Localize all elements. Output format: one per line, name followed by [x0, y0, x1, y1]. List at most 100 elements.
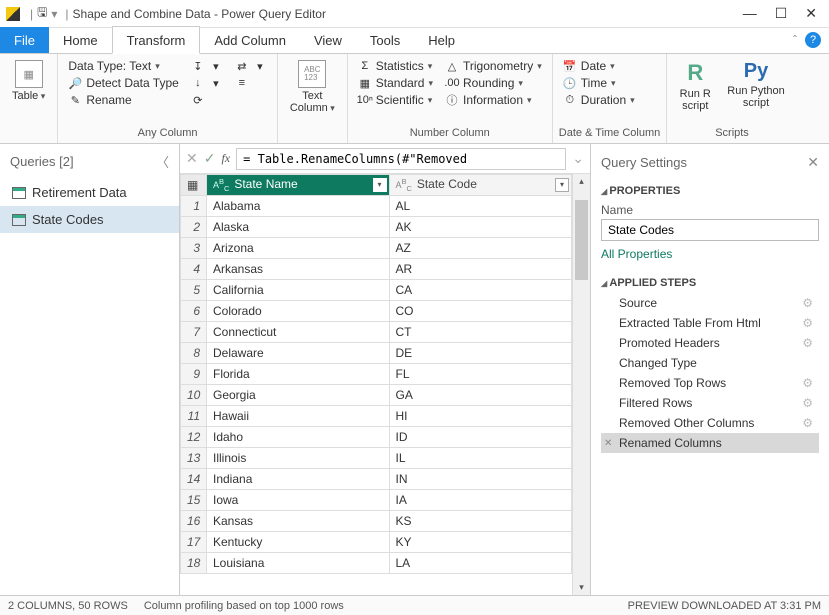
gear-icon[interactable]: ⚙	[802, 396, 813, 410]
table-row[interactable]: 13IllinoisIL	[181, 448, 572, 469]
data-type-button[interactable]: Data Type: Text	[64, 58, 183, 74]
cell[interactable]: Idaho	[207, 427, 390, 448]
applied-step[interactable]: Promoted Headers⚙	[601, 333, 819, 353]
information-button[interactable]: ⓘInformation	[441, 92, 546, 108]
cell[interactable]: CO	[389, 301, 572, 322]
cancel-formula-icon[interactable]: ✕	[186, 150, 198, 167]
gear-icon[interactable]: ⚙	[802, 316, 813, 330]
cell[interactable]: Arkansas	[207, 259, 390, 280]
scroll-up-icon[interactable]: ▴	[573, 176, 590, 187]
scientific-button[interactable]: 10ⁿScientific	[354, 92, 437, 108]
cell[interactable]: CA	[389, 280, 572, 301]
cell[interactable]: Florida	[207, 364, 390, 385]
applied-step[interactable]: Source⚙	[601, 293, 819, 313]
tab-home[interactable]: Home	[49, 27, 112, 53]
table-row[interactable]: 15IowaIA	[181, 490, 572, 511]
gear-icon[interactable]: ⚙	[802, 376, 813, 390]
cell[interactable]: IA	[389, 490, 572, 511]
table-row[interactable]: 18LouisianaLA	[181, 553, 572, 574]
query-item[interactable]: Retirement Data	[0, 179, 179, 206]
cell[interactable]: Georgia	[207, 385, 390, 406]
scroll-down-icon[interactable]: ▾	[573, 582, 590, 593]
table-button[interactable]: ▦ Table	[6, 58, 51, 125]
select-all-corner[interactable]: ▦	[181, 175, 207, 196]
table-row[interactable]: 17KentuckyKY	[181, 532, 572, 553]
cell[interactable]: Illinois	[207, 448, 390, 469]
cell[interactable]: CT	[389, 322, 572, 343]
date-button[interactable]: 📅Date	[559, 58, 639, 74]
cell[interactable]: Hawaii	[207, 406, 390, 427]
tab-transform[interactable]: Transform	[112, 26, 201, 54]
data-grid[interactable]: ▦ABC State Name▾ABC State Code▾ 1Alabama…	[180, 174, 572, 574]
formula-input[interactable]	[236, 148, 566, 170]
cell[interactable]: IL	[389, 448, 572, 469]
cell[interactable]: AR	[389, 259, 572, 280]
collapse-queries-icon[interactable]: 〈	[156, 152, 169, 171]
save-icon[interactable]: 🖫	[37, 3, 47, 24]
filter-dropdown-icon[interactable]: ▾	[373, 178, 387, 192]
query-name-input[interactable]	[601, 219, 819, 241]
cell[interactable]: Colorado	[207, 301, 390, 322]
cell[interactable]: Alaska	[207, 217, 390, 238]
cell[interactable]: AL	[389, 196, 572, 217]
cell[interactable]: California	[207, 280, 390, 301]
cell[interactable]: Kentucky	[207, 532, 390, 553]
cell[interactable]: FL	[389, 364, 572, 385]
applied-step[interactable]: Filtered Rows⚙	[601, 393, 819, 413]
cell[interactable]: Delaware	[207, 343, 390, 364]
statistics-button[interactable]: ΣStatistics	[354, 58, 437, 74]
applied-step[interactable]: Removed Top Rows⚙	[601, 373, 819, 393]
table-row[interactable]: 14IndianaIN	[181, 469, 572, 490]
fx-icon[interactable]: fx	[221, 151, 230, 166]
table-row[interactable]: 3ArizonaAZ	[181, 238, 572, 259]
pivot-button[interactable]: ⟳	[187, 92, 227, 108]
table-row[interactable]: 9FloridaFL	[181, 364, 572, 385]
table-row[interactable]: 1AlabamaAL	[181, 196, 572, 217]
table-row[interactable]: 8DelawareDE	[181, 343, 572, 364]
column-header[interactable]: ABC State Code▾	[389, 175, 572, 196]
text-column-button[interactable]: ABC123 Text Column	[284, 58, 341, 125]
cell[interactable]: AZ	[389, 238, 572, 259]
commit-formula-icon[interactable]: ✓	[204, 150, 216, 167]
help-icon[interactable]: ?	[805, 32, 821, 48]
cell[interactable]: AK	[389, 217, 572, 238]
tab-tools[interactable]: Tools	[356, 27, 414, 53]
replace-values-button[interactable]: ↧▾	[187, 58, 227, 74]
cell[interactable]: Connecticut	[207, 322, 390, 343]
gear-icon[interactable]: ⚙	[802, 296, 813, 310]
fill-button[interactable]: ↓▾	[187, 75, 227, 91]
applied-step[interactable]: Removed Other Columns⚙	[601, 413, 819, 433]
minimize-button[interactable]: —	[743, 5, 757, 22]
maximize-button[interactable]: ☐	[775, 5, 788, 22]
cell[interactable]: Arizona	[207, 238, 390, 259]
vertical-scrollbar[interactable]: ▴ ▾	[572, 174, 590, 595]
rounding-button[interactable]: .00Rounding	[441, 75, 546, 91]
standard-button[interactable]: ▦Standard	[354, 75, 437, 91]
run-r-button[interactable]: R Run R script	[673, 58, 717, 125]
formula-dropdown-icon[interactable]: ⌄	[572, 150, 584, 167]
table-row[interactable]: 16KansasKS	[181, 511, 572, 532]
table-row[interactable]: 5CaliforniaCA	[181, 280, 572, 301]
tab-view[interactable]: View	[300, 27, 356, 53]
cell[interactable]: DE	[389, 343, 572, 364]
duration-button[interactable]: ⏱Duration	[559, 92, 639, 108]
detect-data-type-button[interactable]: 🔎Detect Data Type	[64, 75, 183, 91]
all-properties-link[interactable]: All Properties	[601, 247, 819, 261]
cell[interactable]: Iowa	[207, 490, 390, 511]
cell[interactable]: Alabama	[207, 196, 390, 217]
cell[interactable]: ID	[389, 427, 572, 448]
cell[interactable]: KS	[389, 511, 572, 532]
cell[interactable]: Kansas	[207, 511, 390, 532]
table-row[interactable]: 11HawaiiHI	[181, 406, 572, 427]
gear-icon[interactable]: ⚙	[802, 416, 813, 430]
table-row[interactable]: 10GeorgiaGA	[181, 385, 572, 406]
cell[interactable]: LA	[389, 553, 572, 574]
table-row[interactable]: 2AlaskaAK	[181, 217, 572, 238]
move-button[interactable]: ⇄▾	[231, 58, 271, 74]
cell[interactable]: GA	[389, 385, 572, 406]
tab-add-column[interactable]: Add Column	[200, 27, 300, 53]
query-item[interactable]: State Codes	[0, 206, 179, 233]
scroll-thumb[interactable]	[575, 200, 588, 280]
cell[interactable]: IN	[389, 469, 572, 490]
gear-icon[interactable]: ⚙	[802, 336, 813, 350]
